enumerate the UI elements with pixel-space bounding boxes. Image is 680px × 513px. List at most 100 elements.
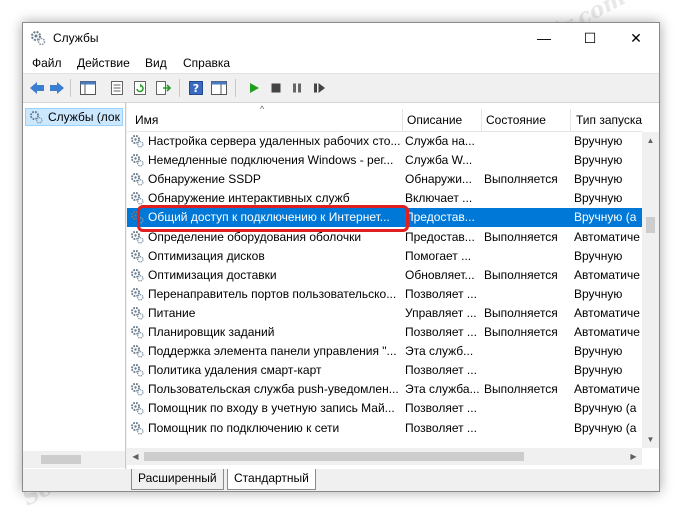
column-divider[interactable] [570,109,571,131]
service-startup-type: Вручную [574,286,623,301]
service-description: Позволяет ... [405,325,477,339]
service-name: Обнаружение интерактивных служб [148,191,350,206]
service-name: Политика удаления смарт-карт [148,363,322,378]
service-description: Предостав... [405,210,475,225]
column-divider[interactable] [402,109,403,131]
menu-bar: Файл Действие Вид Справка [23,53,659,74]
status-bar [23,469,125,491]
table-row[interactable]: Питание Управляет ... Выполняется Автоматич… [127,304,642,323]
service-startup-type: Автоматиче [574,325,640,339]
service-name: Перенаправитель портов пользовательско..… [148,286,397,301]
menu-help[interactable]: Справка [183,56,230,70]
tab-standard[interactable]: Стандартный [227,469,316,490]
service-state: Выполняется [484,305,558,320]
stop-service-icon[interactable] [267,80,285,96]
table-row[interactable]: Оптимизация дисков Помогает ... Вручную [127,247,642,266]
scroll-right-icon[interactable]: ▶ [625,448,642,465]
menu-action[interactable]: Действие [77,56,130,70]
minimize-button[interactable]: — [521,23,567,53]
view-tabs: Расширенный Стандартный [127,469,659,491]
services-table: Настройка сервера удаленных рабочих сто.… [127,132,642,448]
scrollbar-thumb[interactable] [144,452,524,461]
service-startup-type: Вручную [574,153,623,168]
window-title: Службы [53,31,99,45]
back-arrow-icon[interactable] [28,80,46,96]
service-name: Помощник по подключению к сети [148,420,340,435]
gear-icon [131,326,144,339]
maximize-button[interactable]: ☐ [567,23,613,53]
gear-icon [131,402,144,415]
properties-icon[interactable] [108,80,126,96]
table-row[interactable]: Планировщик заданий Позволяет ... Выполняе… [127,323,642,342]
close-button[interactable]: ✕ [613,23,659,53]
service-description: Эта служб... [405,344,474,359]
column-header-name[interactable]: Имя [135,113,158,127]
scroll-up-icon[interactable]: ▲ [642,132,659,149]
table-row[interactable]: Политика удаления смарт-карт Позволяет ..… [127,361,642,380]
table-row[interactable]: Поддержка элемента панели управления "..… [127,342,642,361]
table-row[interactable]: Настройка сервера удаленных рабочих сто.… [127,132,642,151]
title-bar[interactable]: Службы — ☐ ✕ [23,23,659,53]
refresh-icon[interactable] [131,80,149,96]
column-header-startup-type[interactable]: Тип запуска [576,113,642,127]
restart-service-icon[interactable] [310,80,328,96]
service-description: Обновляет... [405,267,475,282]
scrollbar-thumb[interactable] [41,455,81,464]
table-row[interactable]: Помощник по подключению к сети Позволяет … [127,419,642,438]
service-description: Позволяет ... [405,401,477,416]
tree-item-services-local[interactable]: Службы (лок [25,108,123,126]
left-horizontal-scrollbar[interactable] [23,451,125,468]
service-startup-type: Автоматиче [574,229,640,244]
table-row[interactable]: Немедленные подключения Windows - рег...… [127,151,642,170]
console-tree-icon[interactable] [79,80,97,96]
export-list-icon[interactable] [154,80,172,96]
column-header-state[interactable]: Состояние [486,113,546,127]
column-header-description[interactable]: Описание [407,113,462,127]
table-row[interactable]: Оптимизация доставки Обновляет... Выполняе… [127,266,642,285]
service-startup-type: Вручную [574,172,623,187]
service-name: Пользовательская служба push-уведомлен..… [148,382,399,397]
tab-extended[interactable]: Расширенный [131,469,224,490]
horizontal-scrollbar[interactable]: ◀ ▶ [127,448,642,465]
scrollbar-thumb[interactable] [646,217,655,233]
scroll-down-icon[interactable]: ▼ [642,431,659,448]
menu-view[interactable]: Вид [145,56,167,70]
toolbar: ? [23,74,659,103]
menu-file[interactable]: Файл [32,56,62,70]
service-startup-type: Вручную [574,363,623,378]
service-description: Позволяет ... [405,420,477,435]
scroll-left-icon[interactable]: ◀ [127,448,144,465]
gear-icon [131,345,144,358]
gear-icon [131,364,144,377]
action-pane-icon[interactable] [210,80,228,96]
tree-item-label: Службы (лок [48,110,120,124]
column-divider[interactable] [481,109,482,131]
service-description: Позволяет ... [405,363,477,378]
forward-arrow-icon[interactable] [48,80,66,96]
service-description: Позволяет ... [405,286,477,301]
services-window: Службы — ☐ ✕ Файл Действие Вид Справка ?… [22,22,660,492]
services-list-pane: ^ Имя Описание Состояние Тип запуска Нас… [127,103,659,469]
table-row[interactable]: Обнаружение SSDP Обнаружи... Выполняется Вр… [127,170,642,189]
toolbar-separator [70,79,71,97]
service-description: Помогает ... [405,248,472,263]
service-name: Поддержка элемента панели управления "..… [148,344,397,359]
gear-icon [131,268,144,282]
start-service-icon[interactable] [245,80,263,96]
vertical-scrollbar[interactable]: ▲ ▼ [642,132,659,448]
service-startup-type: Вручную (а [574,420,637,435]
service-state: Выполняется [484,172,558,187]
service-state: Выполняется [484,267,558,282]
gear-icon [131,306,144,320]
console-tree-pane: Службы (лок [23,103,126,469]
table-row[interactable]: Перенаправитель портов пользовательско..… [127,285,642,304]
table-row[interactable]: Помощник по входу в учетную запись Май..… [127,399,642,418]
gear-icon [131,249,144,263]
table-row[interactable]: Пользовательская служба push-уведомлен..… [127,380,642,399]
sort-ascending-icon: ^ [260,104,265,114]
gear-icon [131,421,144,435]
service-state: Выполняется [484,229,558,244]
pause-service-icon[interactable] [288,80,306,96]
service-startup-type: Вручную (а [574,401,637,416]
help-icon[interactable]: ? [187,80,205,96]
